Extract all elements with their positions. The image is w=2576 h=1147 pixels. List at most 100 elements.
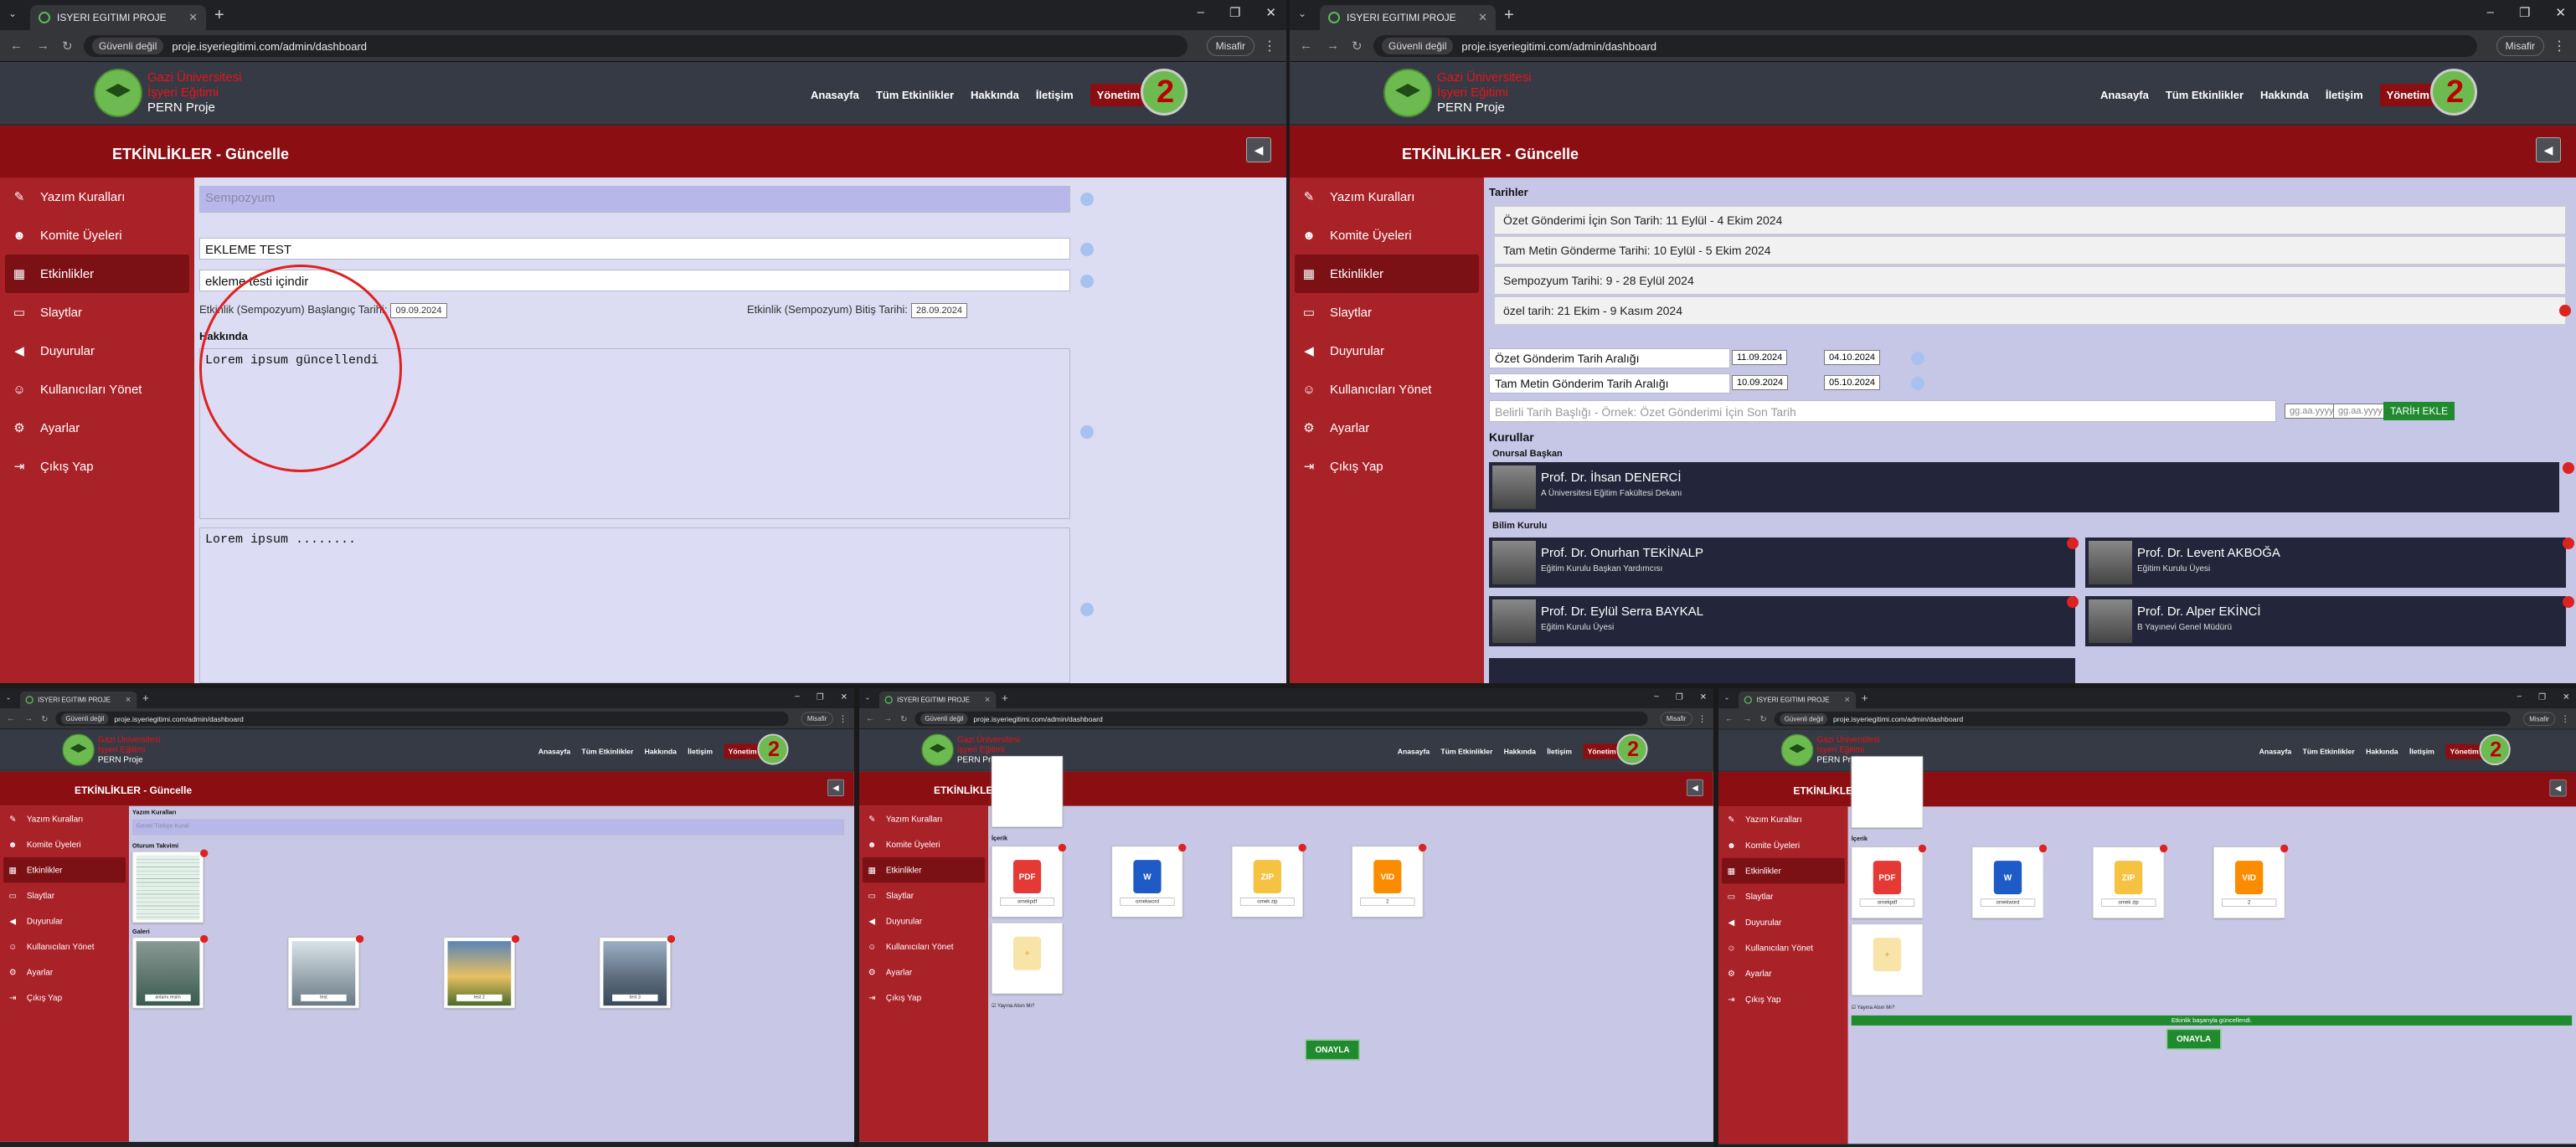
file-name[interactable]: 2 <box>2221 898 2277 907</box>
panel-back-button[interactable]: ◀ <box>1687 779 1703 796</box>
panel-back-button[interactable]: ◀ <box>2536 137 2561 162</box>
event-type-select[interactable]: Sempozyum <box>199 186 1070 213</box>
tab-search-icon[interactable]: ⌄ <box>1724 693 1730 701</box>
sidebar-item-announcements[interactable]: ◀ Duyurular <box>1290 332 1484 370</box>
tab-search-icon[interactable]: ⌄ <box>865 693 871 701</box>
delete-file-icon[interactable] <box>1058 843 1067 852</box>
file-card[interactable]: ZIP ornek zip <box>2092 846 2165 918</box>
file-name[interactable]: ornek zip <box>2100 898 2156 907</box>
back-icon[interactable]: ← <box>866 714 874 723</box>
tab-search-icon[interactable]: ⌄ <box>6 693 12 701</box>
guest-profile-button[interactable]: Misafir <box>1660 712 1692 726</box>
nav-home[interactable]: Anasayfa <box>2259 748 2292 756</box>
new-tab-icon[interactable]: + <box>1504 7 1514 23</box>
security-badge[interactable]: Güvenli değil <box>92 38 164 54</box>
browser-menu-icon[interactable]: ⋮ <box>2553 38 2566 54</box>
back-icon[interactable]: ← <box>7 714 15 723</box>
nav-all-events[interactable]: Tüm Etkinlikler <box>2166 89 2244 101</box>
nav-admin[interactable]: Yönetim <box>1090 84 1146 106</box>
sidebar-item-rules[interactable]: ✎ Yazım Kuralları <box>859 806 988 832</box>
reload-icon[interactable]: ↻ <box>1352 39 1363 54</box>
browser-tab[interactable]: ISYERI EGITIMI PROJE ✕ <box>19 691 137 708</box>
nav-contact[interactable]: İletişim <box>2326 89 2363 101</box>
sidebar-item-logout[interactable]: ⇥ Çıkış Yap <box>1718 986 1848 1012</box>
guest-profile-button[interactable]: Misafir <box>801 712 833 726</box>
sidebar-item-events[interactable]: ▦ Etkinlikler <box>1722 857 1845 884</box>
minimize-icon[interactable]: – <box>2517 692 2522 702</box>
browser-menu-icon[interactable]: ⋮ <box>2561 713 2570 724</box>
committee-card[interactable]: Prof. Dr. Eylül Serra BAYKAL Eğitim Kurul… <box>1489 596 2075 646</box>
nav-about[interactable]: Hakkında <box>2260 89 2309 101</box>
nav-home[interactable]: Anasayfa <box>811 89 859 101</box>
range2-start-input[interactable]: 10.09.2024 <box>1732 375 1789 390</box>
sidebar-item-announcements[interactable]: ◀ Duyurular <box>0 332 194 370</box>
maximize-icon[interactable]: ❐ <box>1676 692 1683 702</box>
nav-home[interactable]: Anasayfa <box>1398 747 1430 755</box>
nav-about[interactable]: Hakkında <box>1504 747 1536 755</box>
new-tab-icon[interactable]: + <box>1862 692 1868 703</box>
file-name[interactable]: ornekpdf <box>1859 898 1915 907</box>
browser-menu-icon[interactable]: ⋮ <box>1698 713 1707 724</box>
sidebar-item-announcements[interactable]: ◀ Duyurular <box>859 908 988 934</box>
sidebar-item-slides[interactable]: ▭ Slaytlar <box>1290 293 1484 332</box>
browser-tab[interactable]: ISYERI EGITIMI PROJE ✕ <box>1320 5 1496 30</box>
delete-image-icon[interactable] <box>200 934 209 944</box>
minimize-icon[interactable]: – <box>2487 5 2494 20</box>
sidebar-item-users[interactable]: ☺ Kullanıcıları Yönet <box>859 934 988 959</box>
tab-search-icon[interactable]: ⌄ <box>1298 8 1306 19</box>
new-tab-icon[interactable]: + <box>1002 692 1008 703</box>
sidebar-item-announcements[interactable]: ◀ Duyurular <box>1718 909 1848 935</box>
range1-end-input[interactable]: 04.10.2024 <box>1824 350 1881 365</box>
url-field[interactable]: Güvenli değil proje.isyeriegitimi.com/adm… <box>84 35 1188 57</box>
nav-admin[interactable]: Yönetim <box>2379 84 2436 106</box>
sidebar-item-slides[interactable]: ▭ Slaytlar <box>0 882 129 908</box>
nav-about[interactable]: Hakkında <box>2366 748 2398 756</box>
sidebar-item-users[interactable]: ☺ Kullanıcıları Yönet <box>0 934 129 959</box>
delete-file-icon[interactable] <box>1178 843 1187 852</box>
sidebar-item-events[interactable]: ▦ Etkinlikler <box>5 255 189 293</box>
file-card[interactable]: VID 2 <box>1352 846 1424 918</box>
sidebar-item-events[interactable]: ▦ Etkinlikler <box>1295 255 1479 293</box>
browser-tab[interactable]: ISYERI EGITIMI PROJE ✕ <box>878 691 997 708</box>
maximize-icon[interactable]: ❐ <box>2538 692 2546 702</box>
url-field[interactable]: Güvenli değil proje.isyeriegitimi.com/adm… <box>55 711 789 727</box>
file-card[interactable]: Wornekword <box>1111 846 1183 918</box>
sidebar-item-committee[interactable]: ☻ Komite Üyeleri <box>859 831 988 857</box>
file-card[interactable]: VID 2 <box>2213 846 2285 918</box>
minimize-icon[interactable]: – <box>1654 692 1659 702</box>
add-file-card[interactable]: + <box>1851 923 1924 995</box>
forward-icon[interactable]: → <box>1743 714 1751 723</box>
close-tab-icon[interactable]: ✕ <box>984 696 990 705</box>
nav-all-events[interactable]: Tüm Etkinlikler <box>2303 748 2355 756</box>
security-badge[interactable]: Güvenli değil <box>1382 38 1454 54</box>
content-editor[interactable]: Lorem ipsum ........ <box>199 527 1070 683</box>
browser-tab[interactable]: ISYERI EGITIMI PROJE ✕ <box>1739 692 1857 709</box>
file-name[interactable]: ornekword <box>1980 898 2036 907</box>
range2-end-input[interactable]: 05.10.2024 <box>1824 375 1881 390</box>
maximize-icon[interactable]: ❐ <box>2519 5 2530 20</box>
sidebar-item-slides[interactable]: ▭ Slaytlar <box>859 882 988 908</box>
sidebar-item-rules[interactable]: ✎ Yazım Kuralları <box>0 806 129 832</box>
gallery-item[interactable]: test 2 <box>443 937 515 1009</box>
reload-icon[interactable]: ↻ <box>62 39 73 54</box>
file-card[interactable]: PDF ornekpdf <box>992 846 1064 918</box>
delete-date-icon[interactable] <box>2559 305 2571 316</box>
file-name[interactable]: ornekpdf <box>999 898 1055 906</box>
reload-icon[interactable]: ↻ <box>900 714 907 723</box>
sidebar-item-logout[interactable]: ⇥ Çıkış Yap <box>1290 447 1484 486</box>
close-window-icon[interactable]: ✕ <box>1265 5 1276 20</box>
sidebar-item-settings[interactable]: ⚙ Ayarlar <box>1290 409 1484 447</box>
gallery-item[interactable]: test <box>287 937 359 1009</box>
approve-button[interactable]: ONAYLA <box>1305 1039 1360 1061</box>
panel-back-button[interactable]: ◀ <box>2549 779 2567 797</box>
tab-search-icon[interactable]: ⌄ <box>8 8 17 19</box>
nav-home[interactable]: Anasayfa <box>2100 89 2149 101</box>
gallery-item[interactable]: test 3 <box>599 937 671 1009</box>
close-window-icon[interactable]: ✕ <box>2563 692 2569 702</box>
reload-icon[interactable]: ↻ <box>1759 714 1766 723</box>
sidebar-item-slides[interactable]: ▭ Slaytlar <box>1718 883 1848 909</box>
security-badge[interactable]: Güvenli değil <box>61 712 109 725</box>
university-logo[interactable] <box>62 733 95 766</box>
nav-all-events[interactable]: Tüm Etkinlikler <box>581 747 633 755</box>
end-date-input[interactable]: 28.09.2024 <box>910 303 967 318</box>
